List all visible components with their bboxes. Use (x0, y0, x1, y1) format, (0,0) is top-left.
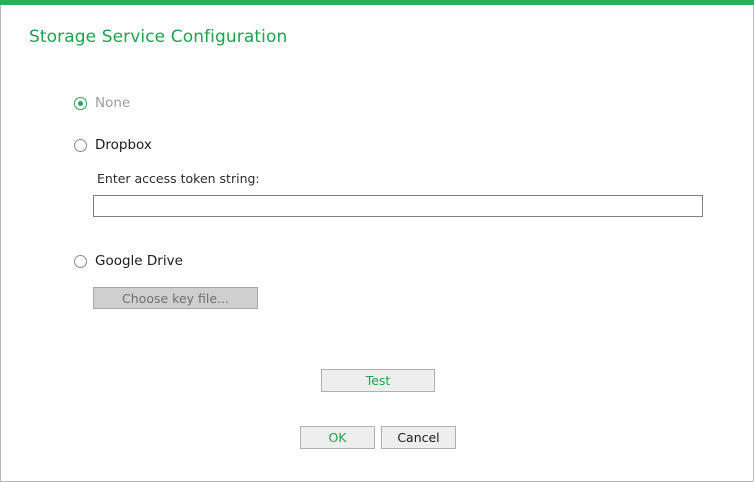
radio-google-drive-indicator[interactable] (74, 254, 87, 268)
radio-google-drive-label: Google Drive (95, 253, 183, 269)
radio-option-dropbox[interactable]: Dropbox (74, 137, 152, 153)
access-token-label: Enter access token string: (97, 171, 260, 186)
radio-none-indicator[interactable] (74, 96, 87, 110)
choose-key-file-button[interactable]: Choose key file... (93, 287, 258, 309)
radio-option-none[interactable]: None (74, 95, 130, 111)
radio-dropbox-label: Dropbox (95, 137, 152, 153)
radio-dropbox-indicator[interactable] (74, 138, 87, 152)
dialog-title: Storage Service Configuration (29, 27, 288, 47)
ok-button[interactable]: OK (300, 426, 375, 449)
cancel-button[interactable]: Cancel (381, 426, 456, 449)
test-button[interactable]: Test (321, 369, 435, 392)
storage-service-dialog: Storage Service Configuration None Dropb… (0, 5, 754, 482)
access-token-input[interactable] (93, 195, 703, 217)
radio-option-google-drive[interactable]: Google Drive (74, 253, 183, 269)
radio-none-label: None (95, 95, 131, 111)
